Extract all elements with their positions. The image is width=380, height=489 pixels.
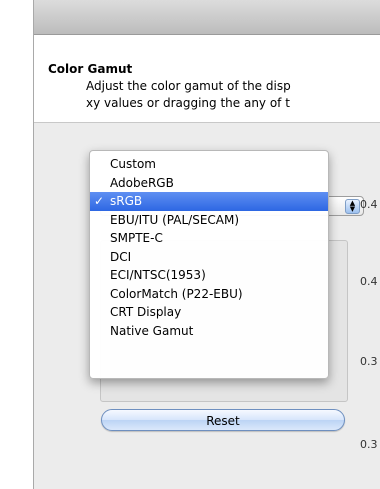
description-line-2: xy values or dragging the any of t	[86, 96, 290, 110]
menu-item-eci-ntsc[interactable]: ECI/NTSC(1953)	[90, 266, 328, 285]
window-titlebar[interactable]	[34, 0, 380, 35]
menu-item-label: sRGB	[110, 194, 143, 208]
menu-item-label: ECI/NTSC(1953)	[110, 268, 206, 282]
axis-tick-label: 0.3	[360, 438, 378, 451]
axis-tick-label: 0.4	[360, 275, 378, 288]
menu-item-srgb[interactable]: ✓ sRGB	[90, 192, 328, 211]
axis-tick-label: 0.3	[360, 355, 378, 368]
menu-item-label: CRT Display	[110, 305, 182, 319]
menu-item-label: AdobeRGB	[110, 175, 174, 190]
reset-button[interactable]: Reset	[101, 409, 345, 431]
menu-item-ebu-itu[interactable]: EBU/ITU (PAL/SECAM)	[90, 211, 328, 230]
menu-item-custom[interactable]: Custom	[90, 155, 328, 174]
menu-item-colormatch[interactable]: ColorMatch (P22-EBU)	[90, 285, 328, 304]
gamut-dropdown-menu: Custom AdobeRGB ✓ sRGB EBU/ITU (PAL/SECAM…	[89, 150, 329, 379]
menu-item-label: Custom	[110, 157, 156, 171]
menu-item-smpte-c[interactable]: SMPTE-C	[90, 229, 328, 248]
menu-item-dci[interactable]: DCI	[90, 248, 328, 267]
menu-item-label: DCI	[110, 249, 132, 264]
menu-item-label: EBU/ITU (PAL/SECAM)	[110, 212, 240, 227]
menu-item-label: ColorMatch (P22-EBU)	[110, 286, 243, 301]
menu-item-label: Native Gamut	[110, 323, 194, 338]
menu-item-native-gamut[interactable]: Native Gamut	[90, 322, 328, 341]
checkmark-icon: ✓	[94, 194, 105, 208]
up-down-arrows-icon: ▲ ▼	[345, 199, 360, 214]
menu-item-crt-display[interactable]: CRT Display	[90, 303, 328, 322]
description-line-1: Adjust the color gamut of the disp	[86, 79, 291, 93]
section-title: Color Gamut	[48, 62, 133, 76]
menu-item-adobergb[interactable]: AdobeRGB	[90, 174, 328, 193]
menu-item-label: SMPTE-C	[110, 231, 163, 245]
axis-tick-label: 0.4	[360, 198, 378, 211]
